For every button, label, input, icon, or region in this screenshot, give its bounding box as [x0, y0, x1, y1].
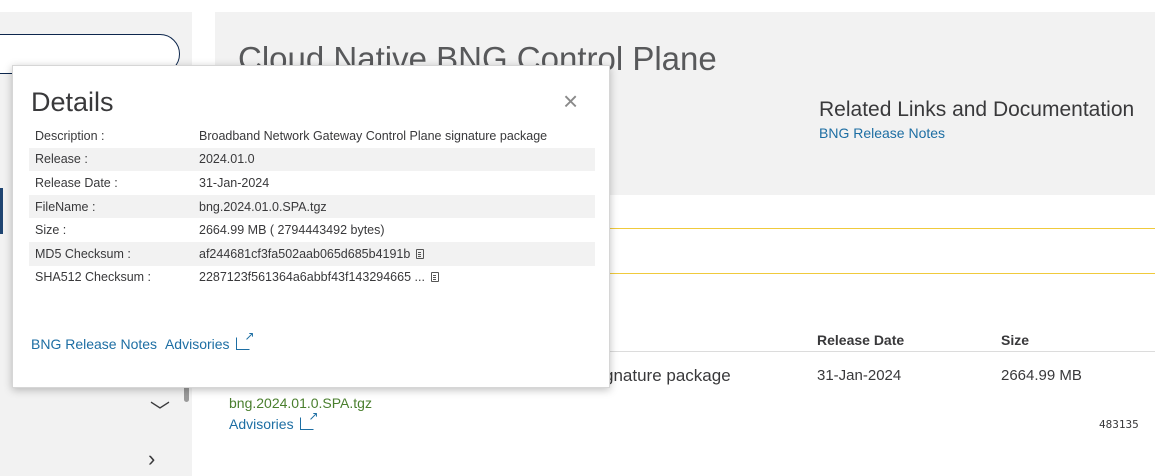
details-key: Description : — [35, 128, 105, 143]
details-value-text: 2024.01.0 — [199, 152, 255, 167]
details-row: FileName : bng.2024.01.0.SPA.tgz — [29, 194, 595, 219]
row-description: gnature package — [604, 366, 731, 385]
details-key: MD5 Checksum : — [29, 241, 193, 266]
column-header-size[interactable]: Size — [1001, 332, 1029, 348]
notice-banner — [600, 228, 1155, 274]
row-size: 2664.99 MB — [1001, 367, 1082, 384]
row-advisories-label[interactable]: Advisories — [229, 416, 294, 432]
details-table: Description : Broadband Network Gateway C… — [29, 124, 595, 289]
external-link-icon — [235, 329, 255, 350]
details-key: FileName : — [29, 194, 193, 219]
details-value-text: af244681cf3fa502aab065d685b4191b — [199, 246, 411, 261]
details-value: 2664.99 MB ( 2794443492 bytes) — [193, 218, 595, 242]
details-value: 31-Jan-2024 — [193, 171, 595, 195]
sidebar-active-indicator — [0, 188, 3, 234]
chevron-right-icon[interactable]: › — [148, 448, 155, 470]
close-icon[interactable]: × — [563, 86, 578, 117]
details-value: Broadband Network Gateway Control Plane … — [193, 124, 595, 148]
details-value: af244681cf3fa502aab065d685b4191b — [193, 241, 595, 266]
release-notes-link[interactable]: BNG Release Notes — [819, 125, 945, 141]
table-divider — [600, 351, 1155, 352]
chevron-down-icon[interactable]: ﹀ — [150, 402, 170, 422]
details-row: Size : 2664.99 MB ( 2794443492 bytes) — [29, 218, 595, 242]
details-key: Release : — [29, 147, 193, 172]
details-value-text: 31-Jan-2024 — [199, 175, 270, 190]
details-value-text: 2664.99 MB ( 2794443492 bytes) — [199, 223, 385, 238]
details-value: 2024.01.0 — [193, 147, 595, 172]
column-header-release-date[interactable]: Release Date — [817, 332, 904, 348]
details-value: bng.2024.01.0.SPA.tgz — [193, 194, 595, 219]
details-row: Description : Broadband Network Gateway C… — [29, 124, 595, 148]
details-release-notes-link[interactable]: BNG Release Notes — [31, 336, 157, 352]
copy-icon[interactable] — [416, 248, 425, 259]
row-advisories-link[interactable]: Advisories — [229, 409, 319, 432]
details-title: Details — [31, 87, 114, 117]
details-links: BNG Release Notes Advisories — [31, 329, 255, 352]
row-release-date: 31-Jan-2024 — [817, 367, 902, 384]
details-value-text: Broadband Network Gateway Control Plane … — [199, 128, 548, 143]
copy-icon[interactable] — [430, 272, 439, 283]
details-key: SHA512 Checksum : — [35, 270, 152, 285]
details-key: Size : — [35, 223, 67, 238]
details-popup: Details × Description : Broadband Network… — [12, 65, 610, 388]
row-id: 483135 — [1099, 418, 1139, 431]
details-value-text: bng.2024.01.0.SPA.tgz — [199, 199, 327, 214]
details-row: Release : 2024.01.0 — [29, 147, 595, 172]
details-value-text: 2287123f561364a6abbf43f143294665 ... — [199, 270, 425, 285]
external-link-icon — [299, 409, 319, 430]
details-key: Release Date : — [35, 175, 118, 190]
details-value: 2287123f561364a6abbf43f143294665 ... — [193, 266, 595, 290]
details-row: MD5 Checksum : af244681cf3fa502aab065d685… — [29, 241, 595, 266]
row-filename-link[interactable]: bng.2024.01.0.SPA.tgz — [229, 395, 372, 411]
details-row: SHA512 Checksum : 2287123f561364a6abbf43f… — [29, 266, 595, 290]
details-row: Release Date : 31-Jan-2024 — [29, 171, 595, 195]
details-advisories-link[interactable]: Advisories — [165, 336, 230, 352]
related-links-heading: Related Links and Documentation — [819, 98, 1135, 121]
